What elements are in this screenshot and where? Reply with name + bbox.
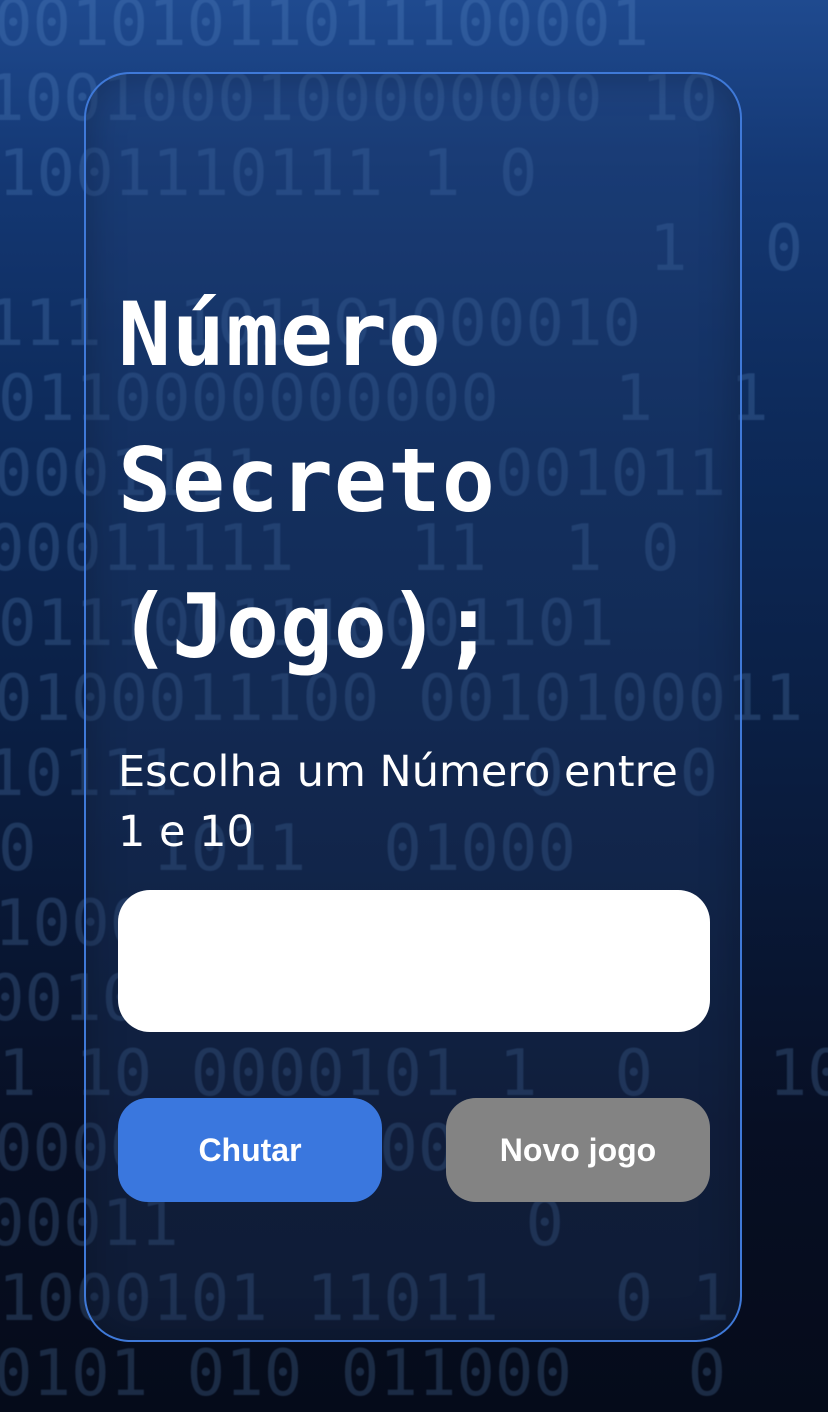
title-line: Número xyxy=(118,283,442,386)
binary-code-line: 0101 010 011000 0 xyxy=(0,1337,727,1411)
title-line: Secreto xyxy=(118,429,496,532)
guess-button[interactable]: Chutar xyxy=(118,1098,382,1202)
binary-code-line: 00101011011100001 xyxy=(0,0,650,61)
title-line: (Jogo); xyxy=(118,575,496,678)
guess-input[interactable] xyxy=(118,890,710,1032)
new-game-button[interactable]: Novo jogo xyxy=(446,1098,710,1202)
instruction-text: Escolha um Número entre 1 e 10 xyxy=(118,747,678,857)
page-title: Número Secreto (Jogo); xyxy=(118,262,718,700)
